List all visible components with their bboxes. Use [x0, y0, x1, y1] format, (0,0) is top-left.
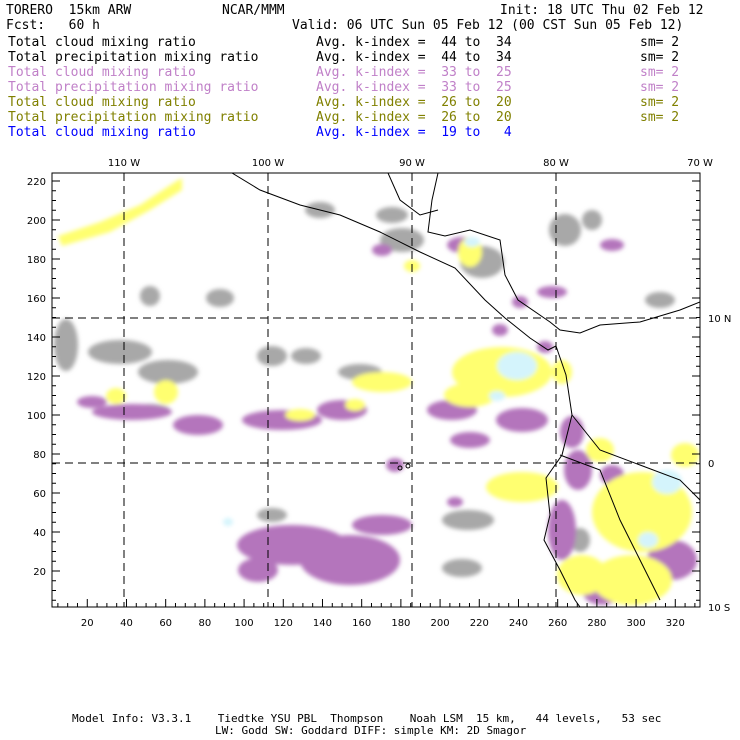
x-tick-label: 140: [313, 618, 332, 629]
cloud-field-purple: [564, 450, 592, 490]
latitude-label: 10 N: [708, 314, 731, 325]
x-tick-label: 260: [548, 618, 567, 629]
cloud-field-cyan: [638, 532, 658, 548]
cloud-field-cyan: [464, 237, 480, 247]
x-tick-label: 120: [274, 618, 293, 629]
cloud-field-purple: [600, 239, 624, 251]
cloud-field-gray: [88, 340, 152, 364]
forecast-map-page: TORERO 15km ARW NCAR/MMM Init: 18 UTC Th…: [0, 0, 740, 740]
x-tick-label: 60: [159, 618, 172, 629]
cloud-field-purple: [537, 286, 567, 298]
y-tick-label: 160: [27, 294, 46, 305]
cloud-field-purple: [496, 408, 548, 432]
cloud-field-purple: [537, 341, 553, 353]
x-tick-label: 200: [431, 618, 450, 629]
x-tick-label: 20: [81, 618, 94, 629]
cloud-field-purple: [286, 531, 346, 561]
x-tick-label: 320: [666, 618, 685, 629]
cloud-field-gray: [140, 286, 160, 306]
cloud-field-gray: [582, 210, 602, 230]
longitude-label: 100 W: [252, 158, 284, 169]
cloud-field-purple: [92, 404, 172, 420]
cloud-field-purple: [352, 515, 412, 535]
cloud-field-gray: [376, 207, 408, 223]
x-tick-label: 100: [235, 618, 254, 629]
island-outline: [405, 463, 411, 469]
cloud-field-gray: [257, 346, 287, 366]
cloud-field-gray: [206, 289, 234, 307]
x-tick-label: 40: [120, 618, 133, 629]
latitude-label: 0: [708, 459, 714, 470]
y-tick-label: 220: [27, 177, 46, 188]
cloud-field-yellow: [285, 409, 315, 421]
cloud-field-gray: [257, 508, 287, 522]
cloud-field-purple: [173, 415, 223, 435]
longitude-label: 90 W: [399, 158, 425, 169]
cloud-field-yellow: [345, 399, 365, 411]
longitude-label: 70 W: [687, 158, 713, 169]
x-tick-label: 180: [391, 618, 410, 629]
y-tick-label: 40: [33, 528, 46, 539]
cloud-field-gray: [442, 510, 494, 530]
x-tick-label: 300: [627, 618, 646, 629]
cloud-field-gray: [54, 319, 78, 371]
cloud-field-yellow: [557, 555, 607, 595]
model-info-line2: LW: Godd SW: Goddard DIFF: simple KM: 2D…: [215, 724, 527, 737]
cloud-field-purple: [372, 244, 392, 256]
y-tick-label: 120: [27, 372, 46, 383]
cloud-field-purple: [450, 432, 490, 448]
cloud-field-yellow: [154, 380, 178, 404]
cloud-field-yellow: [444, 383, 496, 407]
cloud-field-purple: [560, 416, 584, 448]
y-tick-label: 140: [27, 333, 46, 344]
cloud-field-gray: [291, 348, 321, 364]
cloud-field-purple: [447, 497, 463, 507]
cloud-field-purple: [238, 558, 278, 582]
y-tick-label: 80: [33, 450, 46, 461]
cloud-fields: [54, 178, 699, 605]
x-tick-label: 280: [587, 618, 606, 629]
x-tick-label: 80: [199, 618, 212, 629]
cloud-field-gray: [549, 214, 581, 246]
cloud-field-yellow: [352, 372, 412, 392]
longitude-label: 80 W: [543, 158, 569, 169]
coastline: [231, 173, 557, 351]
cloud-field-cyan: [497, 352, 537, 380]
cloud-field-purple: [492, 324, 508, 336]
cloud-field-cyan: [489, 391, 505, 401]
cloud-field-yellow: [106, 388, 126, 404]
y-tick-label: 200: [27, 216, 46, 227]
y-tick-label: 100: [27, 411, 46, 422]
cloud-field-purple: [512, 296, 528, 308]
y-tick-label: 60: [33, 489, 46, 500]
y-tick-label: 180: [27, 255, 46, 266]
x-tick-label: 160: [352, 618, 371, 629]
cloud-field-purple: [548, 500, 576, 560]
cloud-field-purple: [77, 396, 107, 408]
cloud-field-cyan: [652, 470, 682, 494]
cloud-field-gray: [645, 292, 675, 308]
cloud-field-yellow: [58, 178, 182, 246]
latitude-label: 10 S: [708, 603, 730, 614]
y-tick-label: 20: [33, 567, 46, 578]
longitude-label: 110 W: [108, 158, 140, 169]
x-tick-label: 240: [509, 618, 528, 629]
map-plot: 20 40 60 80 100 120 140 160 180 200 220 240 260 280 30…: [27, 158, 731, 629]
x-tick-label: 220: [470, 618, 489, 629]
cloud-field-gray: [442, 559, 482, 577]
cloud-field-cyan: [223, 518, 233, 526]
